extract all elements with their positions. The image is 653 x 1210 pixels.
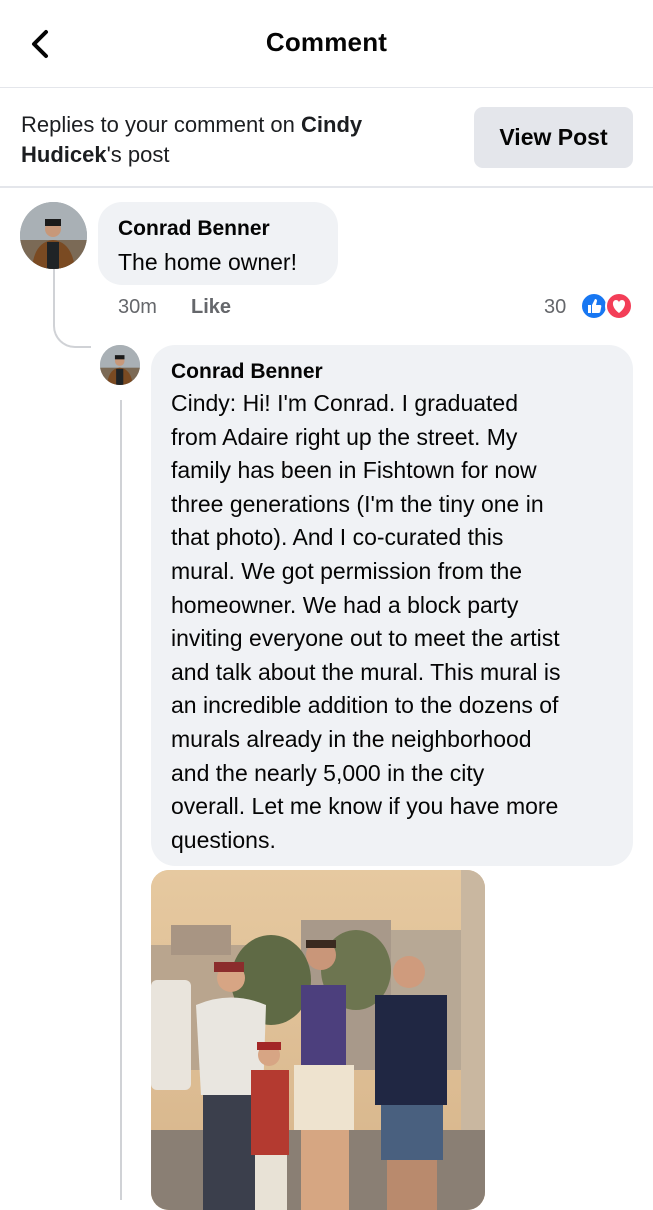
context-text: Replies to your comment on Cindy Hudicek… bbox=[21, 110, 441, 170]
reply-line: from Adaire right up the street. My bbox=[171, 423, 518, 450]
reply-text: Cindy: Hi! I'm Conrad. I graduated from … bbox=[171, 387, 631, 857]
reply-line: mural. We got permission from the bbox=[171, 557, 523, 584]
reaction-count[interactable]: 30 bbox=[544, 296, 566, 319]
like-label: Like bbox=[191, 296, 232, 318]
reply-bubble: Conrad Benner Cindy: Hi! I'm Conrad. I g… bbox=[151, 345, 633, 866]
reply-line: three generations (I'm the tiny one in bbox=[171, 490, 544, 517]
attached-photo[interactable] bbox=[151, 870, 485, 1210]
reply-line: inviting everyone out to meet the artist bbox=[171, 625, 560, 652]
reply-line: family has been in Fishtown for now bbox=[171, 457, 537, 484]
avatar[interactable] bbox=[20, 202, 87, 269]
reply-author[interactable]: Conrad Benner bbox=[171, 360, 323, 384]
reply-line: questions. bbox=[171, 826, 276, 853]
reply-avatar[interactable] bbox=[100, 345, 140, 385]
reply-line: an incredible addition to the dozens of bbox=[171, 692, 559, 719]
reply-line: and talk about the mural. This mural is bbox=[171, 658, 561, 685]
top-bar: Comment bbox=[0, 0, 653, 88]
photo-image bbox=[151, 870, 485, 1210]
like-reaction-icon bbox=[580, 292, 608, 320]
reply-line: murals already in the neighborhood bbox=[171, 725, 532, 752]
like-button[interactable]: Like bbox=[191, 296, 231, 319]
context-prefix: Replies to your comment on bbox=[21, 112, 302, 137]
reply-line: homeowner. We had a block party bbox=[171, 591, 519, 618]
thread-connector bbox=[53, 268, 91, 348]
reply-line: Cindy: Hi! I'm Conrad. I graduated bbox=[171, 390, 518, 416]
reply-line: overall. Let me know if you have more bbox=[171, 793, 559, 820]
person-icon bbox=[100, 345, 140, 385]
reply-line: and the nearly 5,000 in the city bbox=[171, 759, 485, 786]
reply-thread-line bbox=[120, 400, 122, 1200]
comment-bubble: Conrad Benner The home owner! bbox=[98, 202, 338, 285]
view-post-button[interactable]: View Post bbox=[474, 107, 633, 168]
comment-author[interactable]: Conrad Benner bbox=[118, 217, 270, 241]
comment-text: The home owner! bbox=[118, 249, 297, 275]
page-title: Comment bbox=[265, 27, 388, 57]
comment-timestamp: 30m bbox=[118, 296, 157, 318]
reply-line: that photo). And I co-curated this bbox=[171, 524, 504, 551]
context-suffix: 's post bbox=[106, 142, 170, 167]
love-reaction-icon bbox=[605, 292, 633, 320]
person-icon bbox=[20, 202, 87, 269]
